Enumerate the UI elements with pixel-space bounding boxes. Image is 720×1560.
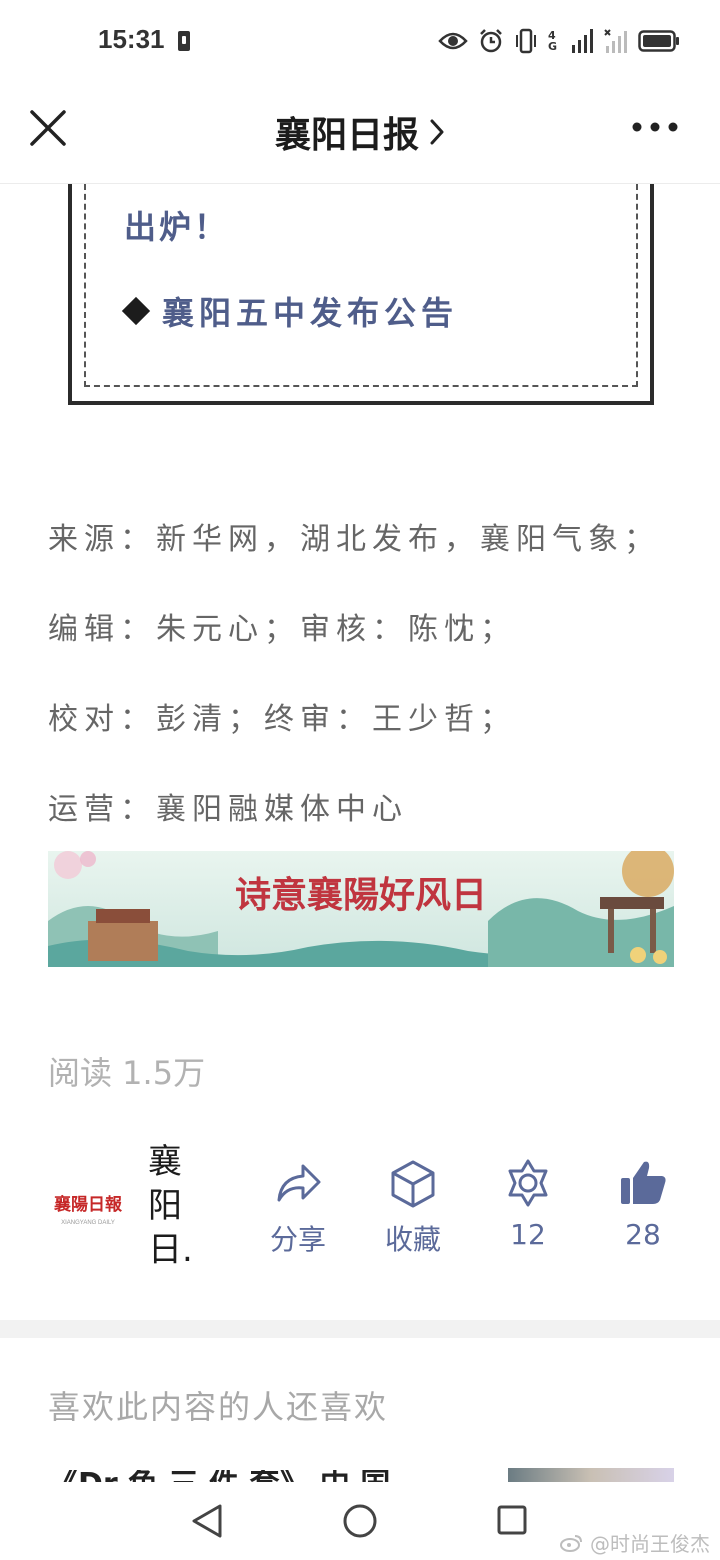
account-logo-subtext: XIANGYANG DAILY — [61, 1220, 115, 1226]
share-label: 分享 — [269, 1223, 326, 1256]
vibrate-icon — [516, 28, 536, 54]
banner-image: 诗意襄陽好风日 — [48, 851, 674, 967]
recommend-title: 喜欢此内容的人还喜欢 — [48, 1388, 389, 1426]
recents-square-icon[interactable] — [496, 1502, 528, 1540]
thumbs-up-icon — [621, 1161, 666, 1204]
banner-text: 诗意襄陽好风日 — [235, 874, 487, 916]
notice-text-line: 出炉！ — [124, 208, 230, 246]
status-icons: 4G — [438, 26, 680, 56]
home-circle-icon[interactable] — [342, 1502, 378, 1540]
share-icon — [277, 1164, 321, 1202]
back-triangle-icon[interactable] — [190, 1502, 224, 1540]
favorite-button[interactable]: 收藏 — [363, 1158, 463, 1258]
like-count: 28 — [625, 1218, 661, 1251]
account-title-link[interactable]: 襄阳日报 — [0, 106, 720, 158]
page-title: 襄阳日报 — [274, 115, 419, 156]
watermark-text: @时尚王俊杰 — [590, 1532, 710, 1556]
notice-link-item[interactable]: 襄阳五中发布公告 — [121, 288, 459, 334]
recommend-item-title[interactable]: 《Dr 色 三 件 套》 中 国 ： — [48, 1470, 428, 1482]
credit-source: 来源：新华网，湖北发布，襄阳气象； — [48, 522, 660, 557]
diamond-bullet-icon — [121, 296, 151, 326]
favorite-label: 收藏 — [384, 1223, 441, 1256]
section-divider — [0, 1320, 720, 1338]
like-button[interactable]: 28 — [593, 1158, 693, 1251]
signal-icon — [572, 29, 593, 53]
network-type: 4G — [548, 29, 558, 53]
battery-icon — [638, 30, 679, 52]
watermark: @时尚王俊杰 — [560, 1528, 710, 1557]
article-action-bar: 襄陽日報 XIANGYANG DAILY 襄阳日. 分享 收藏 12 28 — [0, 1140, 720, 1290]
credit-proofreader: 校对：彭清；终审：王少哲； — [48, 702, 516, 737]
status-bar: 15:31 4G — [0, 0, 720, 84]
article-credits: 来源：新华网，湖北发布，襄阳气象； 编辑：朱元心；审核：陈忱； 校对：彭清；终审… — [48, 520, 688, 880]
wow-button[interactable]: 12 — [478, 1158, 578, 1251]
chevron-right-icon — [430, 119, 444, 145]
more-icon[interactable] — [630, 120, 680, 134]
box-favorite-icon — [391, 1160, 435, 1208]
share-button[interactable]: 分享 — [248, 1158, 348, 1258]
notice-box: 出炉！ 襄阳五中发布公告 — [68, 184, 654, 405]
recommend-item-thumbnail[interactable] — [508, 1468, 674, 1482]
notice-link-text: 襄阳五中发布公告 — [162, 294, 459, 332]
read-count: 阅读 1.5万 — [48, 1054, 206, 1092]
account-logo-text: 襄陽日報 — [53, 1194, 123, 1215]
weibo-logo-icon — [560, 1534, 582, 1552]
eye-icon — [438, 32, 468, 50]
wow-count: 12 — [510, 1218, 546, 1251]
nav-bar: 襄阳日报 — [0, 84, 720, 184]
credit-editor: 编辑：朱元心；审核：陈忱； — [48, 612, 516, 647]
wow-star-icon — [508, 1159, 548, 1207]
alarm-icon — [480, 29, 502, 53]
status-time: 15:31 — [98, 24, 165, 54]
account-name[interactable]: 襄阳日. — [148, 1140, 193, 1272]
signal-no-sim-icon — [604, 29, 627, 53]
battery-saver-icon — [178, 31, 190, 51]
account-logo[interactable]: 襄陽日報 XIANGYANG DAILY — [52, 1184, 124, 1228]
banner-artwork: 诗意襄陽好风日 — [48, 851, 674, 967]
